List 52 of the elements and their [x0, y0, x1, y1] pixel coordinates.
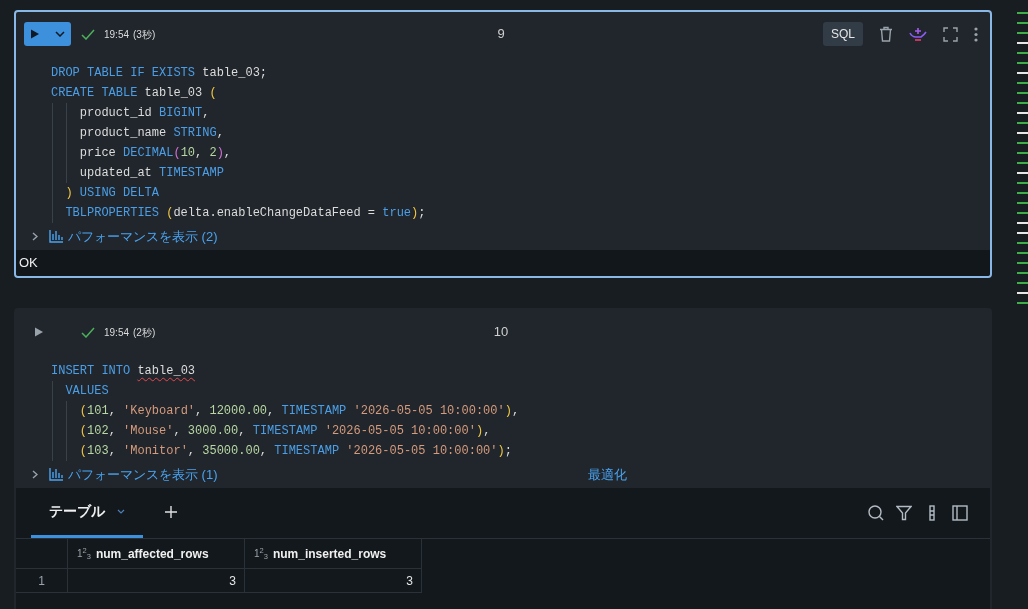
caret-icon	[55, 31, 65, 37]
code-line: INSERT INTO table_03	[51, 363, 196, 380]
code-line: product_name STRING,	[78, 125, 224, 142]
search-icon[interactable]	[868, 505, 884, 521]
play-icon	[34, 327, 44, 337]
play-icon	[30, 29, 40, 39]
caret-icon	[117, 508, 125, 514]
column-header[interactable]: 1$^{2}$$_{3}$ num_affected_rows	[68, 539, 245, 569]
code-line: TBLPROPERTIES (delta.enableChangeDataFeed = true);	[64, 205, 426, 222]
bar-chart-icon	[49, 230, 63, 243]
check-icon	[81, 326, 95, 338]
cell-number: 10	[493, 323, 509, 342]
chevron-icon	[32, 470, 38, 479]
notebook-cell[interactable]	[14, 10, 992, 278]
plus-icon[interactable]	[165, 506, 177, 518]
run-time: 19:54	[104, 27, 130, 42]
filter-icon[interactable]	[896, 505, 912, 521]
code-line: price DECIMAL(10, 2),	[78, 145, 232, 162]
code-line: updated_at TIMESTAMP	[78, 165, 224, 182]
code-line: VALUES	[64, 383, 109, 400]
cell-number: 9	[497, 25, 505, 44]
results-tab[interactable]: テーブル	[31, 487, 143, 538]
code-line: (103, 'Monitor', 35000.00, TIMESTAMP '2026-05-05 10:00:00');	[78, 443, 512, 460]
run-time: 19:54	[104, 325, 130, 340]
code-line: (101, 'Keyboard', 12000.00, TIMESTAMP '2026-05-05 10:00:00'),	[78, 403, 520, 420]
code-line: product_id BIGINT,	[78, 105, 210, 122]
notebook-cell[interactable]	[14, 308, 992, 609]
check-icon	[81, 28, 95, 40]
expand-icon[interactable]	[943, 26, 958, 42]
optimize-link[interactable]: 最適化	[587, 464, 627, 485]
column-header[interactable]: 1$^{2}$$_{3}$ num_inserted_rows	[245, 539, 422, 569]
sidebar-icon[interactable]	[952, 505, 968, 521]
performance-link[interactable]: パフォーマンスを表示 (1)	[68, 464, 218, 485]
row-number: 1	[16, 569, 68, 593]
code-line: (102, 'Mouse', 3000.00, TIMESTAMP '2026-05-05 10:00:00'),	[78, 423, 491, 440]
header-corner-cell	[16, 539, 68, 569]
run-button[interactable]	[24, 22, 71, 46]
table-cell: 3	[68, 569, 245, 593]
chevron-icon	[32, 232, 38, 241]
table-cell: 3	[245, 569, 422, 593]
lamp-icon[interactable]	[909, 27, 927, 41]
performance-link[interactable]: パフォーマンスを表示 (2)	[68, 226, 218, 247]
bar-chart-icon	[49, 468, 63, 481]
run-duration: (3秒)	[133, 27, 156, 42]
code-line: CREATE TABLE table_03 (	[51, 85, 217, 102]
code-line: ) USING DELTA	[64, 185, 160, 202]
more-icon[interactable]	[974, 26, 978, 42]
trash-icon[interactable]	[879, 26, 893, 42]
run-duration: (2秒)	[133, 325, 156, 340]
language-button[interactable]: SQL	[823, 22, 863, 46]
code-line: DROP TABLE IF EXISTS table_03;	[51, 65, 268, 82]
output-text: OK	[19, 254, 38, 273]
